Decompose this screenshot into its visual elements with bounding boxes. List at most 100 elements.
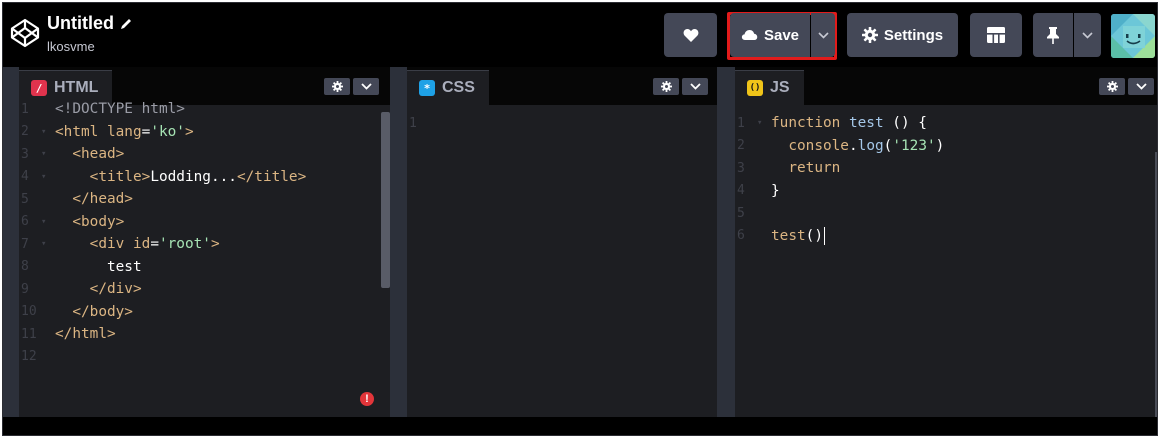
code-token: . xyxy=(848,137,858,154)
code-token: () { xyxy=(883,115,927,132)
code-line[interactable]: 7 ▾ <div id ='root' > xyxy=(19,233,220,256)
html-collapse-button[interactable] xyxy=(353,78,379,95)
codepen-logo-icon[interactable] xyxy=(9,17,41,49)
love-button[interactable] xyxy=(664,13,717,57)
code-line[interactable]: 5 xyxy=(735,202,771,225)
code-line[interactable]: 9 </div> xyxy=(19,278,142,301)
line-number: 4 xyxy=(21,169,29,185)
code-token: log xyxy=(857,137,884,154)
settings-button[interactable]: Settings xyxy=(847,13,958,57)
edit-pencil-icon[interactable] xyxy=(119,17,133,31)
resize-handle-css-js[interactable] xyxy=(717,67,735,417)
pen-author[interactable]: lkosvme xyxy=(47,39,95,54)
css-tab-label: CSS xyxy=(442,79,475,96)
code-line[interactable]: 8 test xyxy=(19,256,142,279)
html-pane-controls xyxy=(324,78,379,95)
code-line[interactable]: 6 ▾ <body> xyxy=(19,211,124,234)
code-token: console xyxy=(771,137,849,154)
html-tab-label: HTML xyxy=(54,79,99,96)
line-number: 10 xyxy=(21,304,37,320)
code-line[interactable]: 1 <!DOCTYPE html> xyxy=(19,98,185,121)
save-options-dropdown[interactable] xyxy=(811,13,835,57)
text-cursor xyxy=(823,226,826,245)
codepen-editor-window: Untitled lkosvme Save Settings / HTML 1 … xyxy=(2,2,1158,436)
js-tab-label: JS xyxy=(770,79,790,96)
line-number: 2 xyxy=(737,138,745,154)
save-button[interactable]: Save xyxy=(730,13,810,57)
fold-arrow-icon[interactable]: ▾ xyxy=(41,172,55,182)
fold-arrow-icon[interactable]: ▾ xyxy=(41,149,55,159)
line-number: 12 xyxy=(21,349,37,365)
js-settings-button[interactable] xyxy=(1099,78,1125,95)
code-line[interactable]: 2 console. log('123') xyxy=(735,135,944,158)
line-number: 3 xyxy=(21,146,29,162)
fold-arrow-icon[interactable]: ▾ xyxy=(41,217,55,227)
chevron-down-icon xyxy=(360,83,372,90)
code-line[interactable]: 1 xyxy=(407,112,443,135)
css-pane-header: * CSS xyxy=(407,67,717,105)
code-token: function xyxy=(771,115,849,132)
js-scrollbar-thumb[interactable] xyxy=(1155,152,1157,417)
fold-arrow-icon[interactable]: ▾ xyxy=(41,239,55,249)
line-number: 8 xyxy=(21,259,29,275)
line-number: 7 xyxy=(21,236,29,252)
code-token: <body> xyxy=(55,213,125,230)
fold-arrow-icon[interactable]: ▾ xyxy=(41,127,55,137)
code-token: 'ko' xyxy=(150,123,185,140)
js-pane-controls xyxy=(1099,78,1154,95)
pin-options-dropdown[interactable] xyxy=(1074,13,1101,57)
code-token: } xyxy=(771,182,780,199)
code-token: > xyxy=(210,236,220,253)
html-settings-button[interactable] xyxy=(324,78,350,95)
css-settings-button[interactable] xyxy=(653,78,679,95)
chevron-down-icon xyxy=(1135,83,1147,90)
line-number: 9 xyxy=(21,281,29,297)
code-token: test xyxy=(771,227,806,244)
code-token: lang xyxy=(106,123,142,140)
pin-icon xyxy=(1047,26,1059,44)
code-token: <!DOCTYPE html> xyxy=(55,101,185,118)
code-line[interactable]: 12 xyxy=(19,346,55,369)
code-line[interactable]: 4} xyxy=(735,180,780,203)
code-token: ( xyxy=(883,137,893,154)
html-icon: / xyxy=(31,80,47,96)
line-number: 4 xyxy=(737,183,745,199)
pen-title[interactable]: Untitled xyxy=(47,13,114,34)
error-indicator-icon[interactable]: ! xyxy=(360,392,374,406)
change-view-button[interactable] xyxy=(970,13,1022,57)
code-token: id xyxy=(132,236,151,253)
js-pane-header: () JS xyxy=(735,67,1157,105)
settings-label: Settings xyxy=(883,26,944,44)
code-line[interactable]: 4 ▾ <title> Lodding... </title> xyxy=(19,166,306,189)
gear-icon xyxy=(660,81,672,92)
code-line[interactable]: 11 </html> xyxy=(19,323,116,346)
user-avatar[interactable] xyxy=(1111,14,1155,58)
resize-handle-html-css[interactable] xyxy=(390,67,407,417)
cloud-icon xyxy=(741,30,758,40)
css-collapse-button[interactable] xyxy=(682,78,708,95)
js-collapse-button[interactable] xyxy=(1128,78,1154,95)
css-tab[interactable]: * CSS xyxy=(407,70,489,105)
js-editor-pane: () JS 1 ▾ function test () {2 console. log(… xyxy=(735,67,1157,417)
line-number: 1 xyxy=(737,115,745,131)
code-line[interactable]: 3 return xyxy=(735,157,840,180)
code-line[interactable]: 5 </head> xyxy=(19,188,133,211)
code-line[interactable]: 3 ▾ <head> xyxy=(19,143,124,166)
code-token: Lodding... xyxy=(150,168,237,185)
line-number: 1 xyxy=(409,115,417,131)
js-tab[interactable]: () JS xyxy=(735,70,804,105)
line-number: 11 xyxy=(21,326,37,342)
pin-button[interactable] xyxy=(1033,13,1073,57)
code-token: () xyxy=(805,227,823,244)
code-line[interactable]: 2 ▾ <html lang ='ko' > xyxy=(19,121,194,144)
css-icon: * xyxy=(419,80,435,96)
html-scrollbar-thumb[interactable] xyxy=(381,112,390,288)
layout-icon xyxy=(987,27,1005,43)
code-token: <head> xyxy=(55,146,125,163)
code-line[interactable]: 1 ▾ function test () { xyxy=(735,112,927,135)
code-token: ) xyxy=(935,137,945,154)
code-line[interactable]: 10 </body> xyxy=(19,301,133,324)
fold-arrow-icon[interactable]: ▾ xyxy=(757,118,771,128)
code-line[interactable]: 6 test() xyxy=(735,225,826,248)
gear-icon xyxy=(331,81,343,92)
